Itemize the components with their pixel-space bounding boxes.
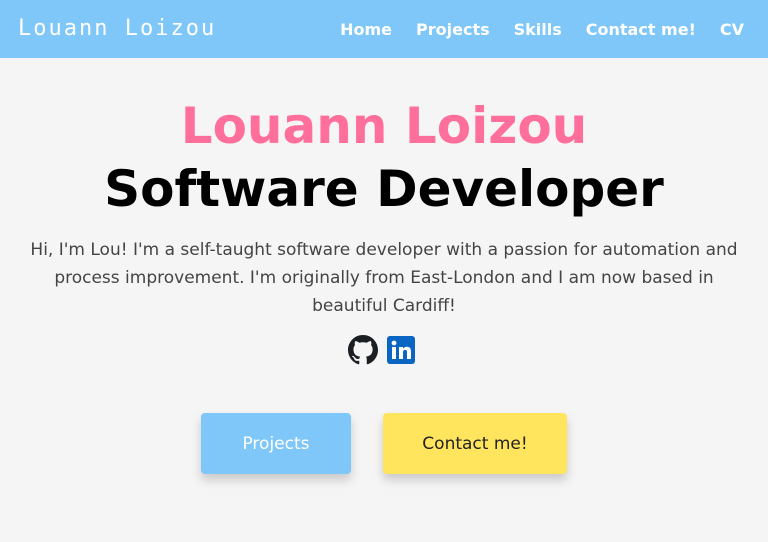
navbar: Louann Loizou Home Projects Skills Conta…: [0, 0, 768, 58]
hero-name: Louann Loizou: [180, 97, 588, 155]
hero-section: Louann Loizou Software Developer Hi, I'm…: [0, 58, 768, 542]
nav-link-contact[interactable]: Contact me!: [586, 20, 696, 39]
social-links: [348, 335, 416, 365]
nav-link-cv[interactable]: CV: [720, 20, 744, 39]
site-logo[interactable]: Louann Loizou: [18, 16, 216, 41]
contact-button[interactable]: Contact me!: [383, 413, 567, 474]
projects-button[interactable]: Projects: [201, 413, 351, 474]
nav-links: Home Projects Skills Contact me! CV: [340, 0, 744, 58]
nav-link-skills[interactable]: Skills: [514, 20, 562, 39]
nav-link-projects[interactable]: Projects: [416, 20, 490, 39]
hero-role: Software Developer: [104, 160, 664, 218]
linkedin-icon[interactable]: [386, 335, 416, 365]
hero-intro: Hi, I'm Lou! I'm a self-taught software …: [30, 240, 738, 316]
nav-link-home[interactable]: Home: [340, 20, 392, 39]
github-icon[interactable]: [348, 335, 378, 365]
